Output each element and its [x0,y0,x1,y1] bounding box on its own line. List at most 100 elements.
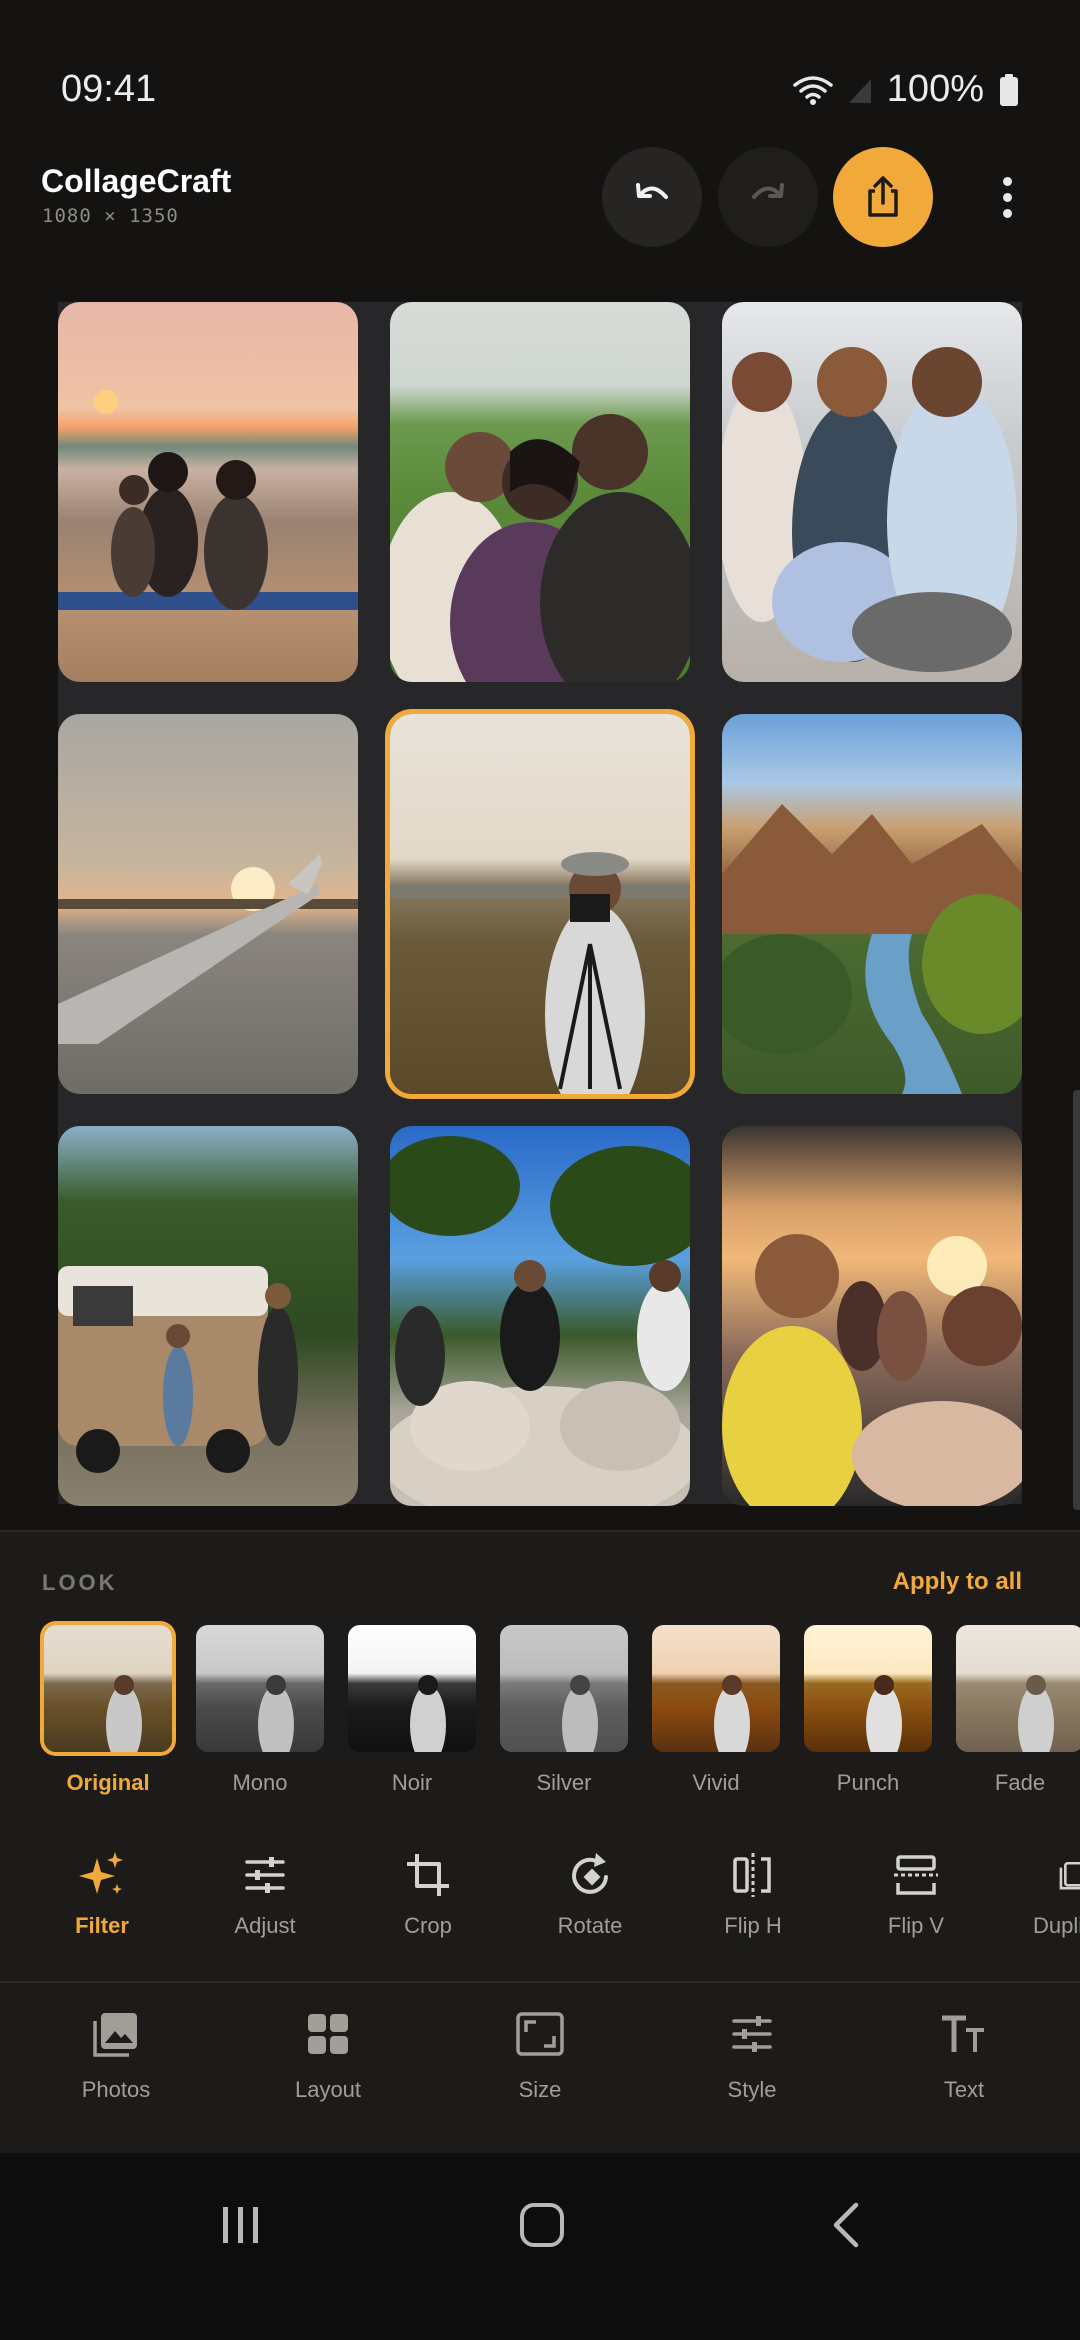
filter-preview [1018,1675,1054,1752]
sparkles-icon [79,1852,123,1894]
undo-icon [636,183,668,199]
nav-style[interactable]: Style [677,2005,827,2115]
canyon-river-photo [722,804,1022,1094]
home-icon[interactable] [518,2201,566,2249]
battery-icon [1000,73,1018,106]
filter-label-mono[interactable]: Mono [185,1770,335,1796]
look-section-label: LOOK [42,1570,118,1595]
nav-style-label: Style [727,2077,777,2102]
airplane-wing-photo [58,854,358,1044]
system-nav-bar [0,2153,1080,2340]
tool-flip-h[interactable]: Flip H [683,1845,823,1955]
filter-label-fade[interactable]: Fade [945,1770,1080,1796]
crop-icon [407,1854,449,1896]
nav-layout[interactable]: Layout [253,2005,403,2115]
undo-button[interactable] [602,147,702,247]
collage-cell-canyon-river-landscape[interactable] [722,714,1022,1094]
filter-label-punch[interactable]: Punch [793,1770,943,1796]
filter-thumb-fade[interactable] [956,1625,1080,1752]
filter-label-vivid[interactable]: Vivid [641,1770,791,1796]
collage-cell-friends-at-beach-sunset[interactable] [58,302,358,682]
rotate-icon [572,1853,608,1894]
sliders-icon [245,1857,285,1893]
beach-friends-photo [58,390,358,610]
filter-preview [866,1675,902,1752]
more-options-button[interactable] [990,167,1024,227]
filter-label-noir[interactable]: Noir [337,1770,487,1796]
tool-filter-label: Filter [75,1913,129,1938]
filter-thumb-punch[interactable] [804,1625,932,1752]
filter-thumb-silver[interactable] [500,1625,628,1752]
flip-vertical-icon [894,1855,938,1895]
aspect-ratio-icon [516,2012,564,2056]
sitting-friends-photo [722,347,1017,672]
canvas-dimensions: 1080 × 1350 [42,205,179,227]
collage-cell-photographer-in-field[interactable] [390,714,690,1094]
nav-size-label: Size [518,2077,562,2102]
status-icons: 100% [793,68,1020,111]
tool-crop-label: Crop [404,1913,452,1938]
style-sliders-icon [732,2016,772,2052]
status-time: 09:41 [61,68,157,110]
filter-thumb-noir[interactable] [348,1625,476,1752]
tool-duplicate[interactable]: Dupli [1008,1845,1080,1955]
filter-thumb-original[interactable] [44,1625,172,1752]
battery-percent: 100% [886,68,984,110]
laughing-friends-photo [390,414,690,682]
app-title: CollageCraft [41,163,232,199]
tool-duplicate-label: Dupli [1033,1913,1080,1938]
nav-layout-label: Layout [294,2077,362,2102]
nav-photos-label: Photos [81,2077,151,2102]
nav-text-label: Text [943,2077,985,2102]
collage-cell-camper-van-in-forest[interactable] [58,1126,358,1506]
car-selfie-photo [722,1234,1022,1506]
collage-cell-airplane-wing-sunset[interactable] [58,714,358,1094]
filter-thumb-mono[interactable] [196,1625,324,1752]
apply-to-all-button[interactable]: Apply to all [893,1568,1022,1596]
wifi-icon [793,75,833,105]
nav-photos[interactable]: Photos [41,2005,191,2115]
filter-label-original[interactable]: Original [33,1770,183,1796]
tool-rotate[interactable]: Rotate [520,1845,660,1955]
photos-icon [93,2013,137,2057]
filter-preview [714,1675,750,1752]
sheet-divider [0,1981,1080,1983]
redo-icon [752,183,784,199]
tool-adjust[interactable]: Adjust [195,1845,335,1955]
text-size-icon [942,2015,984,2052]
collage-cell-friends-on-rocks[interactable] [390,1126,690,1506]
tool-flip-v-label: Flip V [887,1913,945,1938]
recent-apps-icon[interactable] [219,2203,263,2247]
collage-canvas [58,302,1022,1506]
filter-thumb-vivid[interactable] [652,1625,780,1752]
camper-van-photo [58,1266,298,1473]
redo-button[interactable] [718,147,818,247]
signal-icon [848,78,871,103]
filter-preview [562,1675,598,1752]
collage-cell-friends-laughing-outdoors[interactable] [390,302,690,682]
collage-cell-friends-in-car-selfie[interactable] [722,1126,1022,1506]
flip-horizontal-icon [733,1853,771,1897]
filter-preview [106,1675,142,1752]
canvas-scrollbar[interactable] [1073,1090,1080,1510]
share-icon [868,176,898,217]
nav-size[interactable]: Size [465,2005,615,2115]
nav-text[interactable]: Text [889,2005,1039,2115]
back-icon[interactable] [828,2201,864,2249]
tool-crop[interactable]: Crop [358,1845,498,1955]
filter-label-silver[interactable]: Silver [489,1770,639,1796]
filter-preview [410,1675,446,1752]
tool-flip-v[interactable]: Flip V [846,1845,986,1955]
tool-filter[interactable]: Filter [32,1845,172,1955]
more-vertical-icon [1002,176,1012,186]
grid-icon [308,2014,348,2054]
tool-adjust-label: Adjust [234,1913,296,1938]
filter-preview [258,1675,294,1752]
photographer-photo [390,852,690,1094]
collage-cell-friends-sitting-together[interactable] [722,302,1022,682]
tool-rotate-label: Rotate [557,1913,623,1938]
duplicate-icon [1059,1861,1080,1890]
share-button[interactable] [833,147,933,247]
tool-flip-h-label: Flip H [724,1913,782,1938]
friends-rocks-photo [390,1136,690,1506]
